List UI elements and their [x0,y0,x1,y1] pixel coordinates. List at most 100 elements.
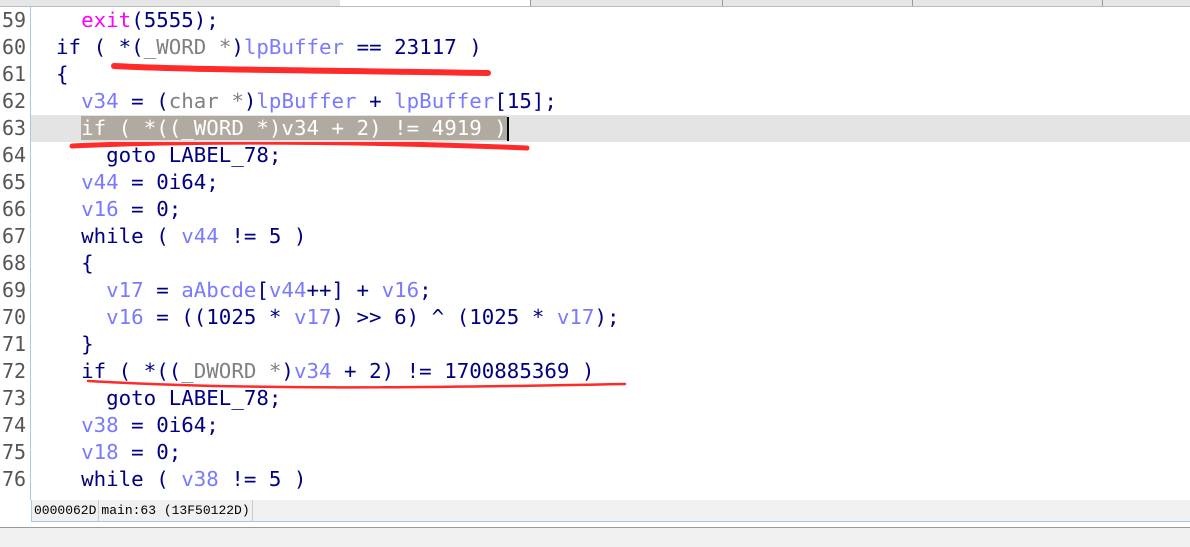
line-number: 68 [2,251,27,275]
code-token: ) [231,35,244,59]
line-number: 71 [2,332,27,356]
line-number: 76 [2,467,27,491]
code-token: lpBuffer [256,89,357,113]
line-number: 72 [2,359,27,383]
code-line[interactable]: if ( *((_WORD *)v34 + 2) != 4919 ) [31,115,1190,142]
code-token: v38 [181,467,219,491]
code-line[interactable]: v44 = 0i64; [31,169,1190,196]
line-number: 67 [2,224,27,248]
code-line[interactable]: goto LABEL_78; [31,142,1190,169]
code-token: ; [419,278,432,302]
code-token: v16 [381,278,420,302]
status-bar: 0000062D main:63 (13F50122D) [31,500,1190,522]
code-token: v44 [181,224,219,248]
tab-bar [0,0,1190,7]
line-number: 60 [2,35,27,59]
text-cursor [506,117,509,141]
code-line[interactable]: } [31,331,1190,358]
code-token: if ( [31,35,119,59]
code-token: } [31,332,94,356]
code-token: ) [243,89,257,113]
code-token: v38 [81,413,119,437]
code-token: v16 [81,197,119,221]
code-token: v17 [293,305,332,329]
code-token: goto LABEL_78; [31,143,282,167]
code-token: v17 [106,278,144,302]
code-line[interactable]: if ( *((_DWORD *)v34 + 2) != 1700885369 … [31,358,1190,385]
status-offset: 0000062D [32,500,100,521]
line-number: 63 [2,116,27,140]
code-token: v34 [81,89,119,113]
code-token: ) >> 6) ^ (1025 * [331,305,557,329]
line-number: 75 [2,440,27,464]
code-token: v44 [81,170,119,194]
code-token: aAbcde [181,278,257,302]
tab[interactable] [530,0,723,6]
code-token: = 0; [118,197,182,221]
code-line[interactable]: if ( *(_WORD *)lpBuffer == 23117 ) [31,34,1190,61]
code-line[interactable]: v34 = (char *)lpBuffer + lpBuffer[15]; [31,88,1190,115]
tab[interactable] [912,0,1103,6]
code-line[interactable]: v17 = aAbcde[v44++] + v16; [31,277,1190,304]
code-line[interactable]: while ( v44 != 5 ) [31,223,1190,250]
code-token: { [31,62,69,86]
code-line[interactable]: goto LABEL_78; [31,385,1190,412]
code-token: = 0; [118,440,182,464]
line-number: 66 [2,197,27,221]
code-line[interactable]: v38 = 0i64; [31,412,1190,439]
code-line[interactable]: v16 = ((1025 * v17) >> 6) ^ (1025 * v17)… [31,304,1190,331]
code-line[interactable]: { [31,250,1190,277]
code-token: + 2) != 1700885369 ) [331,359,595,383]
code-token: [ [256,278,269,302]
code-token: v16 [106,305,144,329]
code-token: = [143,278,182,302]
code-token: (5555); [131,8,219,32]
code-line[interactable]: v18 = 0; [31,439,1190,466]
code-token: exit [81,8,132,32]
code-token: char * [168,89,244,113]
line-number: 69 [2,278,27,302]
code-line[interactable]: { [31,61,1190,88]
tab-active[interactable] [340,0,531,6]
line-number: 70 [2,305,27,329]
code-token: != 5 ) [218,467,307,491]
code-token: lpBuffer [394,89,495,113]
code-token: = 0i64; [118,170,219,194]
bottom-panel [0,527,1190,547]
code-token: while ( [31,467,182,491]
code-token: _DWORD * [181,359,282,383]
code-line[interactable]: while ( v38 != 5 ) [31,466,1190,493]
code-token: goto LABEL_78; [31,386,282,410]
code-token: == 23117 ) [344,35,482,59]
code-line[interactable]: exit(5555); [31,7,1190,34]
line-number: 65 [2,170,27,194]
code-token: [15]; [494,89,557,113]
code-token: = ( [118,89,169,113]
code-token: _WORD * [143,35,232,59]
line-number: 61 [2,62,27,86]
code-token: v18 [81,440,119,464]
code-token: != 5 ) [218,224,307,248]
line-number: 74 [2,413,27,437]
line-number: 64 [2,143,27,167]
tab[interactable] [0,0,341,6]
tab[interactable] [722,0,913,6]
code-token: v34 [293,359,332,383]
code-token: v17 [556,305,595,329]
code-token: if ( [31,359,144,383]
code-token: ) [281,359,294,383]
code-token: + [356,89,395,113]
code-line[interactable]: v16 = 0; [31,196,1190,223]
line-number: 62 [2,89,27,113]
code-token: v44 [268,278,307,302]
code-token: *( [118,35,144,59]
